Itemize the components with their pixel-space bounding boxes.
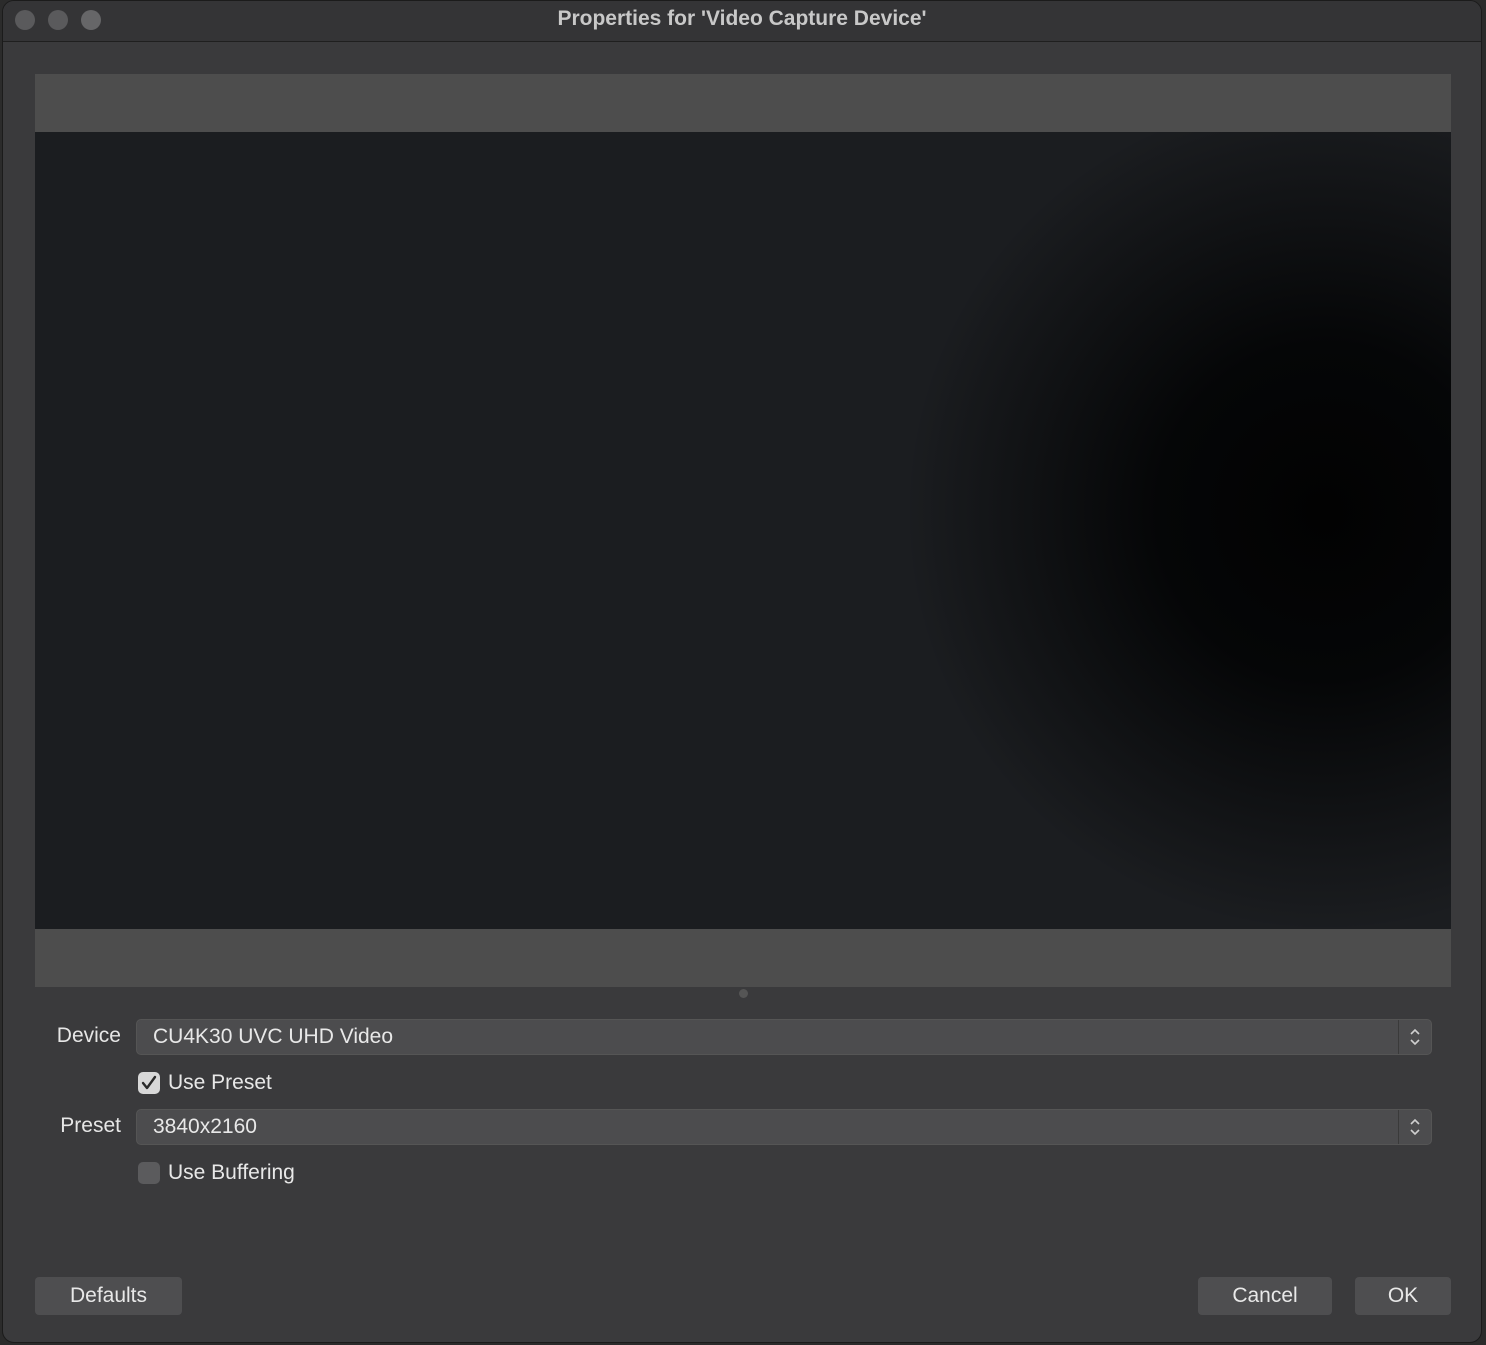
up-down-chevron-icon xyxy=(1410,1118,1420,1136)
use-preset-label: Use Preset xyxy=(168,1071,272,1094)
preview-area xyxy=(35,74,1451,987)
properties-window: Properties for 'Video Capture Device' De… xyxy=(2,0,1482,1343)
preset-select[interactable]: 3840x2160 xyxy=(136,1109,1432,1145)
device-label: Device xyxy=(56,1024,121,1047)
use-buffering-row[interactable]: Use Buffering xyxy=(138,1160,295,1186)
window-title: Properties for 'Video Capture Device' xyxy=(557,7,927,30)
checkmark-icon xyxy=(141,1075,157,1090)
device-select[interactable]: CU4K30 UVC UHD Video xyxy=(136,1019,1432,1055)
preset-select-stepper[interactable] xyxy=(1398,1110,1431,1144)
use-preset-row[interactable]: Use Preset xyxy=(138,1070,272,1096)
video-preview xyxy=(35,132,1451,929)
title-bar: Properties for 'Video Capture Device' xyxy=(3,1,1481,42)
use-buffering-checkbox[interactable] xyxy=(138,1162,160,1184)
use-preset-checkbox[interactable] xyxy=(138,1072,160,1094)
cancel-button[interactable]: Cancel xyxy=(1198,1277,1332,1315)
device-select-stepper[interactable] xyxy=(1398,1020,1431,1054)
preset-label: Preset xyxy=(60,1114,121,1137)
up-down-chevron-icon xyxy=(1410,1028,1420,1046)
ok-button[interactable]: OK xyxy=(1355,1277,1451,1315)
defaults-button[interactable]: Defaults xyxy=(35,1277,182,1315)
use-buffering-label: Use Buffering xyxy=(168,1161,295,1184)
splitter-handle[interactable] xyxy=(739,989,748,998)
preset-select-value: 3840x2160 xyxy=(153,1115,257,1138)
device-select-value: CU4K30 UVC UHD Video xyxy=(153,1025,394,1048)
